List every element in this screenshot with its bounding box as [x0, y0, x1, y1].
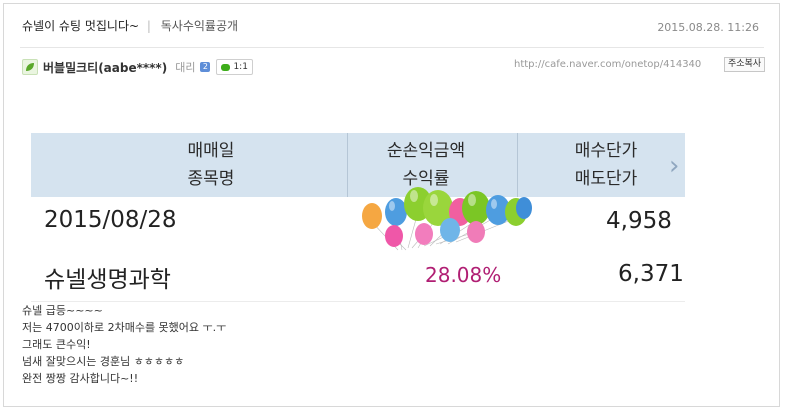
- trade-date: 2015/08/28: [44, 207, 177, 233]
- leaf-icon: [22, 59, 38, 75]
- author-row: 버블밀크티(aabe****) 대리 2 1:1: [22, 58, 253, 76]
- post-body: 슈넬 급등~~~~ 저는 4700이하로 2차매수를 못했어요 ㅜ.ㅜ 그래도 …: [22, 302, 226, 387]
- post-header: 슈넬이 슈팅 멋집니다~ | 독사수익률공개: [22, 17, 238, 34]
- stock-name: 슈넬생명과학: [44, 267, 171, 293]
- header-trade-date-label: 매매일: [187, 141, 235, 161]
- return-rate: 28.08%: [425, 263, 502, 287]
- header-net-profit-label: 순손익금액: [386, 141, 466, 161]
- chat-button[interactable]: 1:1: [216, 59, 253, 75]
- author-rank: 대리: [175, 61, 196, 74]
- post-url[interactable]: http://cafe.naver.com/onetop/414340: [514, 59, 701, 70]
- header-buy-price-label: 매수단가: [574, 141, 638, 161]
- body-line: 넘새 잘맞으시는 경훈님 ㅎㅎㅎㅎㅎ: [22, 355, 185, 368]
- header-stock-name-label: 종목명: [187, 169, 235, 189]
- chat-icon: [221, 63, 231, 71]
- body-line: 슈넬 급등~~~~: [22, 304, 103, 317]
- copy-url-button[interactable]: 주소복사: [724, 57, 766, 72]
- sell-price: 6,371: [618, 261, 684, 287]
- header-divider: [20, 47, 764, 48]
- body-line: 그래도 큰수익!: [22, 338, 91, 351]
- header-divider-1: [347, 133, 348, 197]
- rank-icon: 2: [200, 62, 211, 72]
- post-title: 슈넬이 슈팅 멋집니다~: [22, 19, 140, 33]
- post-category-link[interactable]: 독사수익률공개: [161, 19, 238, 33]
- header-prices: 매수단가 매도단가: [551, 137, 661, 201]
- header-date-name: 매매일 종목명: [111, 137, 311, 201]
- body-line: 완전 짱짱 감사합니다~!!: [22, 372, 139, 385]
- post-date: 2015.08.28. 11:26: [657, 21, 759, 34]
- author-name[interactable]: 버블밀크티(aabe****): [43, 59, 167, 76]
- chat-label: 1:1: [233, 62, 248, 72]
- title-separator: |: [146, 19, 151, 33]
- chevron-right-icon[interactable]: ›: [669, 151, 679, 181]
- body-line: 저는 4700이하로 2차매수를 못했어요 ㅜ.ㅜ: [22, 321, 227, 334]
- header-sell-price-label: 매도단가: [574, 169, 638, 189]
- buy-price: 4,958: [606, 208, 672, 234]
- balloons-sticker: [362, 187, 532, 251]
